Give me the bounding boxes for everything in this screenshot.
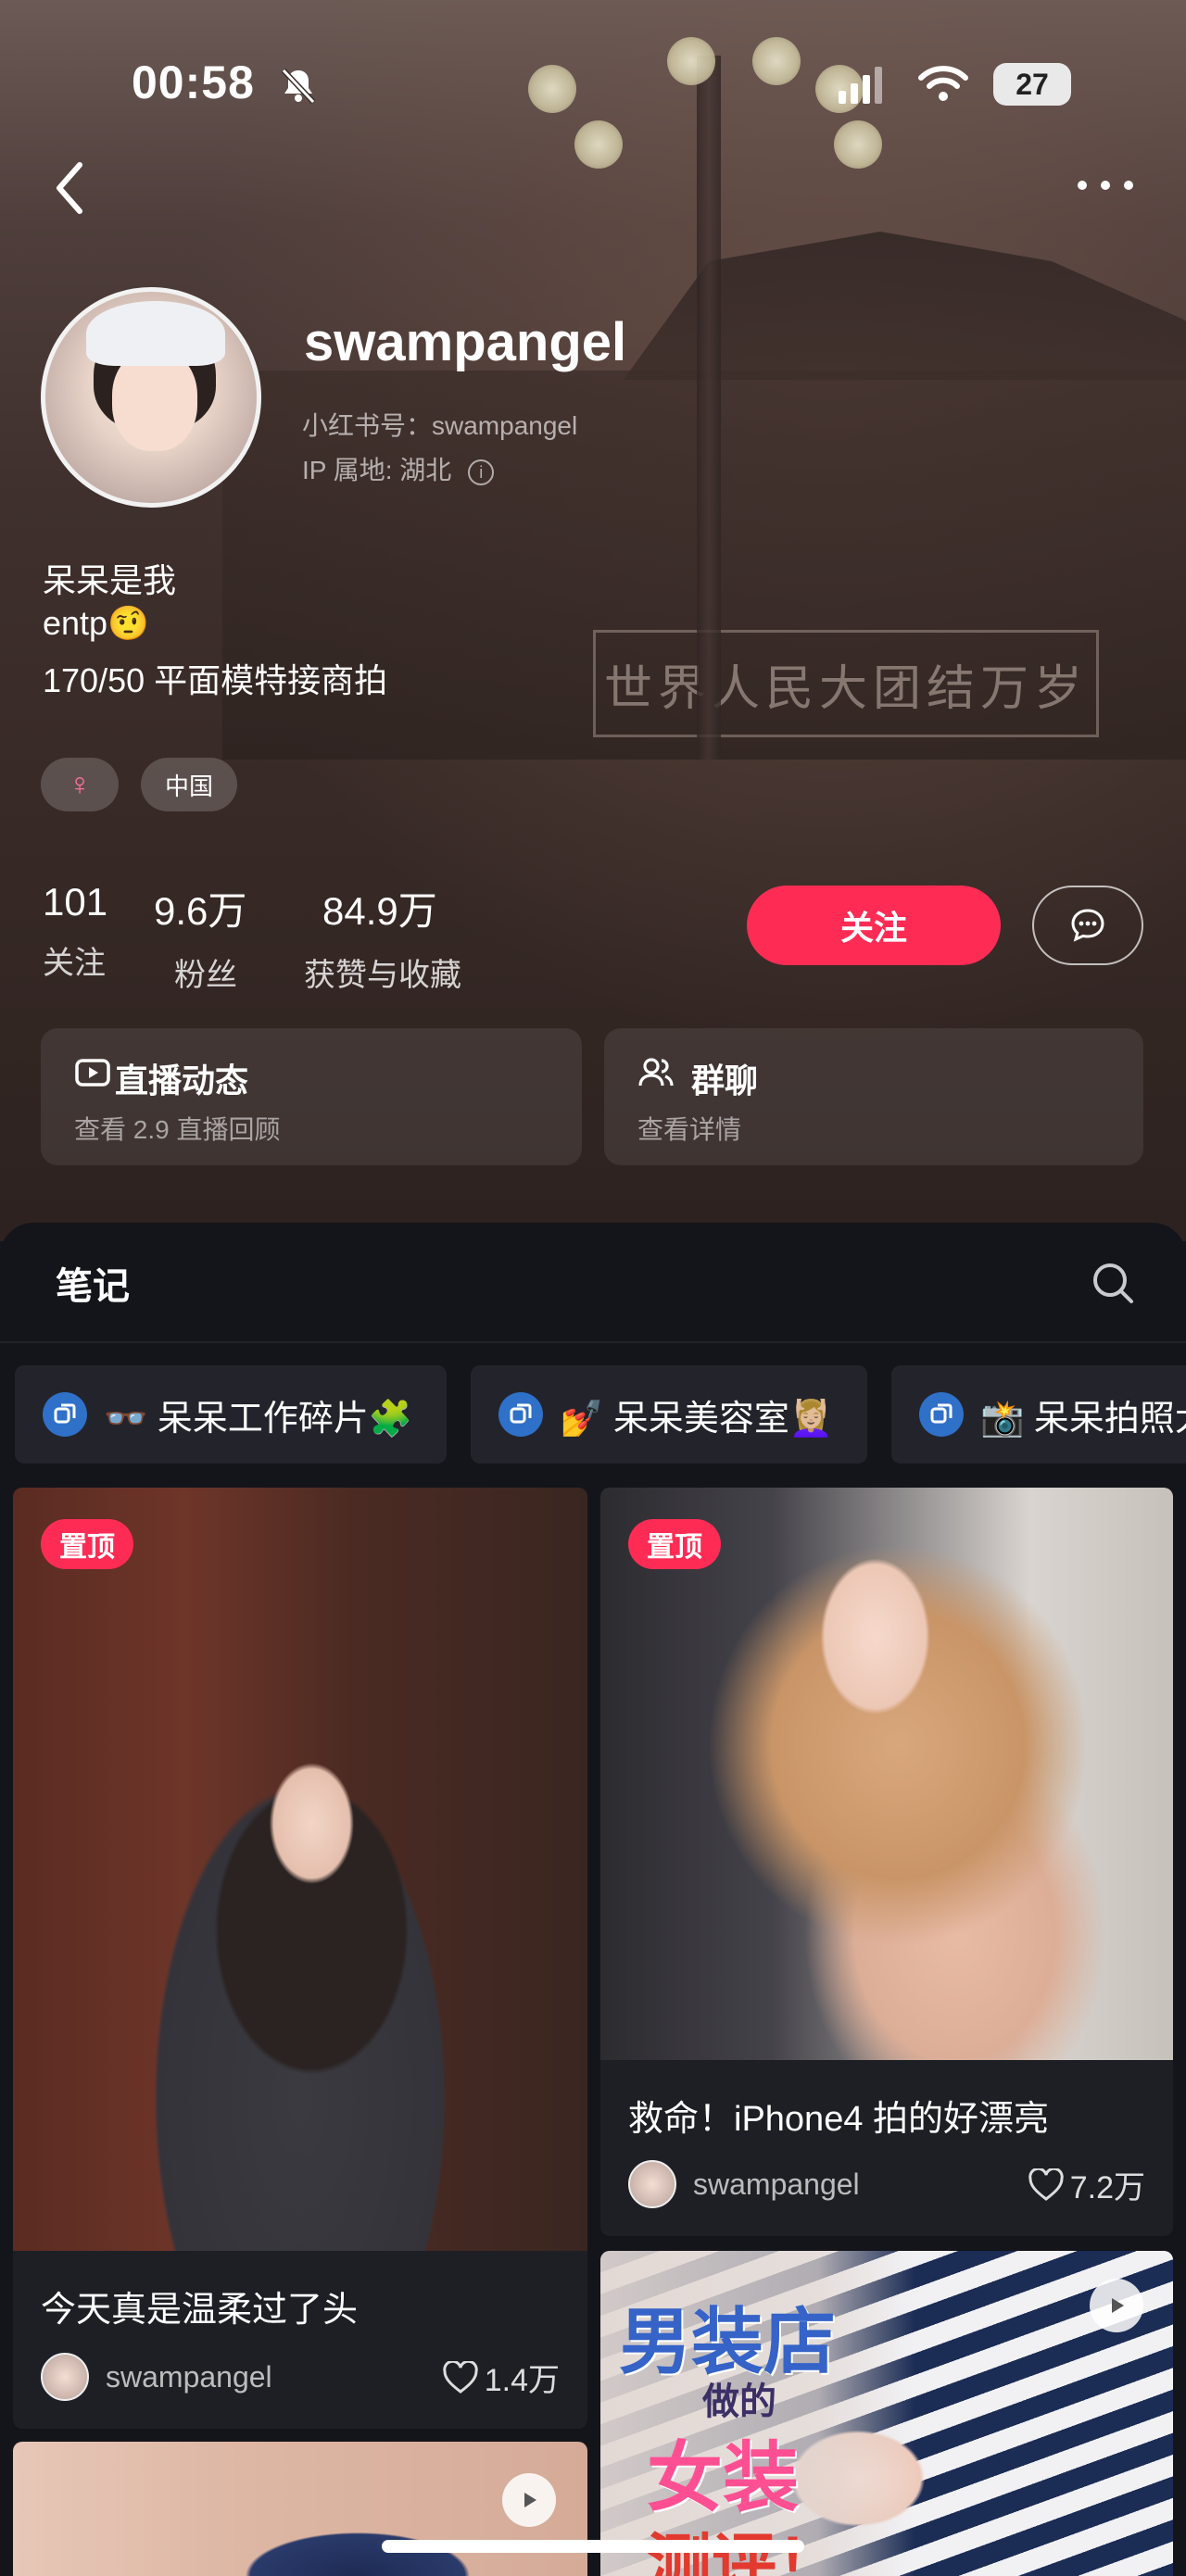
note-card[interactable]: [13, 2442, 587, 2576]
stat-likes-collects[interactable]: 84.9万 获赞与收藏: [304, 880, 461, 995]
stat-likes-label: 获赞与收藏: [304, 958, 461, 993]
bell-muted-icon: [281, 68, 316, 105]
home-indicator[interactable]: [382, 2540, 804, 2553]
album-icon: [919, 1392, 964, 1437]
wifi-icon: [918, 66, 968, 101]
cellular-signal-icon: [839, 67, 882, 104]
follow-button[interactable]: 关注: [747, 886, 1001, 965]
back-arrow-icon[interactable]: [46, 156, 93, 220]
author-name: swampangel: [693, 2167, 860, 2201]
album-label: 💅 呆呆美容室💆🏼‍♀️: [560, 1399, 834, 1439]
album-icon: [43, 1392, 87, 1437]
author-avatar: [41, 2353, 89, 2401]
note-author[interactable]: swampangel: [41, 2353, 272, 2401]
building-roof-decoration: [623, 232, 1186, 380]
like-count[interactable]: 7.2万: [1028, 2162, 1145, 2207]
profile-username: swampangel: [304, 312, 627, 372]
like-count-value: 1.4万: [484, 2363, 560, 2398]
search-icon[interactable]: [1090, 1260, 1136, 1306]
group-chat-card[interactable]: 群聊 查看详情: [604, 1028, 1143, 1165]
stat-following-label: 关注: [43, 946, 106, 981]
live-replay-card[interactable]: 直播动态 查看 2.9 直播回顾: [41, 1028, 582, 1165]
note-card[interactable]: 置顶 救命！iPhone4 拍的好漂亮 swampangel 7.2万: [600, 1488, 1173, 2236]
battery-indicator: 27: [993, 63, 1071, 106]
note-overlay-text: 女装: [647, 2436, 800, 2520]
chat-bubble-icon: [1071, 909, 1104, 942]
stat-followers[interactable]: 9.6万 粉丝: [154, 880, 246, 995]
lamp-decoration: [834, 120, 882, 169]
profile-red-id: 小红书号：swampangel: [302, 411, 578, 440]
note-image: [13, 1488, 587, 2251]
note-title: 今天真是温柔过了头: [41, 2291, 359, 2330]
note-author[interactable]: swampangel: [628, 2160, 860, 2208]
stat-following[interactable]: 101 关注: [43, 880, 107, 983]
stat-following-value: 101: [43, 880, 108, 924]
female-icon: ♀: [68, 766, 92, 802]
stat-followers-label: 粉丝: [174, 958, 237, 993]
status-bar: 00:58 27: [0, 56, 1186, 120]
album-chip[interactable]: 👓 呆呆工作碎片🧩: [15, 1365, 447, 1464]
bio-line: 170/50 平面模特接商拍: [43, 661, 388, 699]
album-label: 📸 呆呆拍照大: [980, 1399, 1186, 1439]
stat-followers-value: 9.6万: [154, 889, 247, 933]
live-video-icon: [75, 1059, 110, 1087]
note-card[interactable]: 置顶 今天真是温柔过了头 swampangel 1.4万: [13, 1488, 587, 2429]
heart-icon: [443, 2360, 478, 2394]
group-chat-icon: [638, 1058, 674, 1087]
info-icon[interactable]: i: [468, 459, 495, 485]
like-count[interactable]: 1.4万: [442, 2355, 560, 2400]
message-button[interactable]: [1032, 886, 1143, 965]
lamp-pole-decoration: [697, 56, 721, 760]
more-options-icon[interactable]: [1075, 174, 1136, 196]
lamp-decoration: [574, 120, 623, 169]
album-chip[interactable]: 📸 呆呆拍照大: [891, 1365, 1186, 1464]
building-sign-text: 世界人民大团结万岁: [593, 630, 1099, 737]
video-play-icon: [1090, 2279, 1143, 2332]
ip-location-text: IP 属地: 湖北: [302, 456, 452, 484]
group-chat-subtitle: 查看详情: [637, 1115, 742, 1144]
like-count-value: 7.2万: [1069, 2170, 1145, 2205]
author-name: swampangel: [106, 2359, 272, 2394]
album-chip[interactable]: 💅 呆呆美容室💆🏼‍♀️: [471, 1365, 867, 1464]
video-play-icon: [502, 2473, 556, 2527]
group-chat-title: 群聊: [691, 1062, 759, 1100]
avatar-hat: [86, 301, 225, 366]
live-replay-subtitle: 查看 2.9 直播回顾: [74, 1115, 281, 1144]
album-icon: [498, 1392, 543, 1437]
note-card[interactable]: 男装店 做的 女装 测评！: [600, 2251, 1173, 2576]
tab-notes[interactable]: 笔记: [56, 1256, 130, 1310]
pinned-badge: 置顶: [628, 1519, 721, 1569]
author-avatar: [628, 2160, 676, 2208]
gender-tag: ♀: [41, 758, 119, 811]
stat-likes-value: 84.9万: [322, 889, 437, 933]
divider: [0, 1341, 1186, 1343]
bio-line: 呆呆是我: [43, 561, 177, 599]
pinned-badge: 置顶: [41, 1519, 133, 1569]
bio-line: entp🤨: [43, 604, 149, 642]
status-time: 00:58: [132, 57, 255, 108]
note-image: [13, 2442, 587, 2576]
heart-icon: [1028, 2168, 1064, 2201]
album-label: 👓 呆呆工作碎片🧩: [104, 1399, 413, 1439]
avatar[interactable]: [41, 287, 261, 508]
profile-ip-location: IP 属地: 湖北 i: [302, 450, 495, 487]
note-title: 救命！iPhone4 拍的好漂亮: [628, 2100, 1050, 2139]
live-replay-title: 直播动态: [115, 1062, 249, 1100]
region-tag: 中国: [141, 758, 237, 811]
note-image: [600, 1488, 1173, 2060]
